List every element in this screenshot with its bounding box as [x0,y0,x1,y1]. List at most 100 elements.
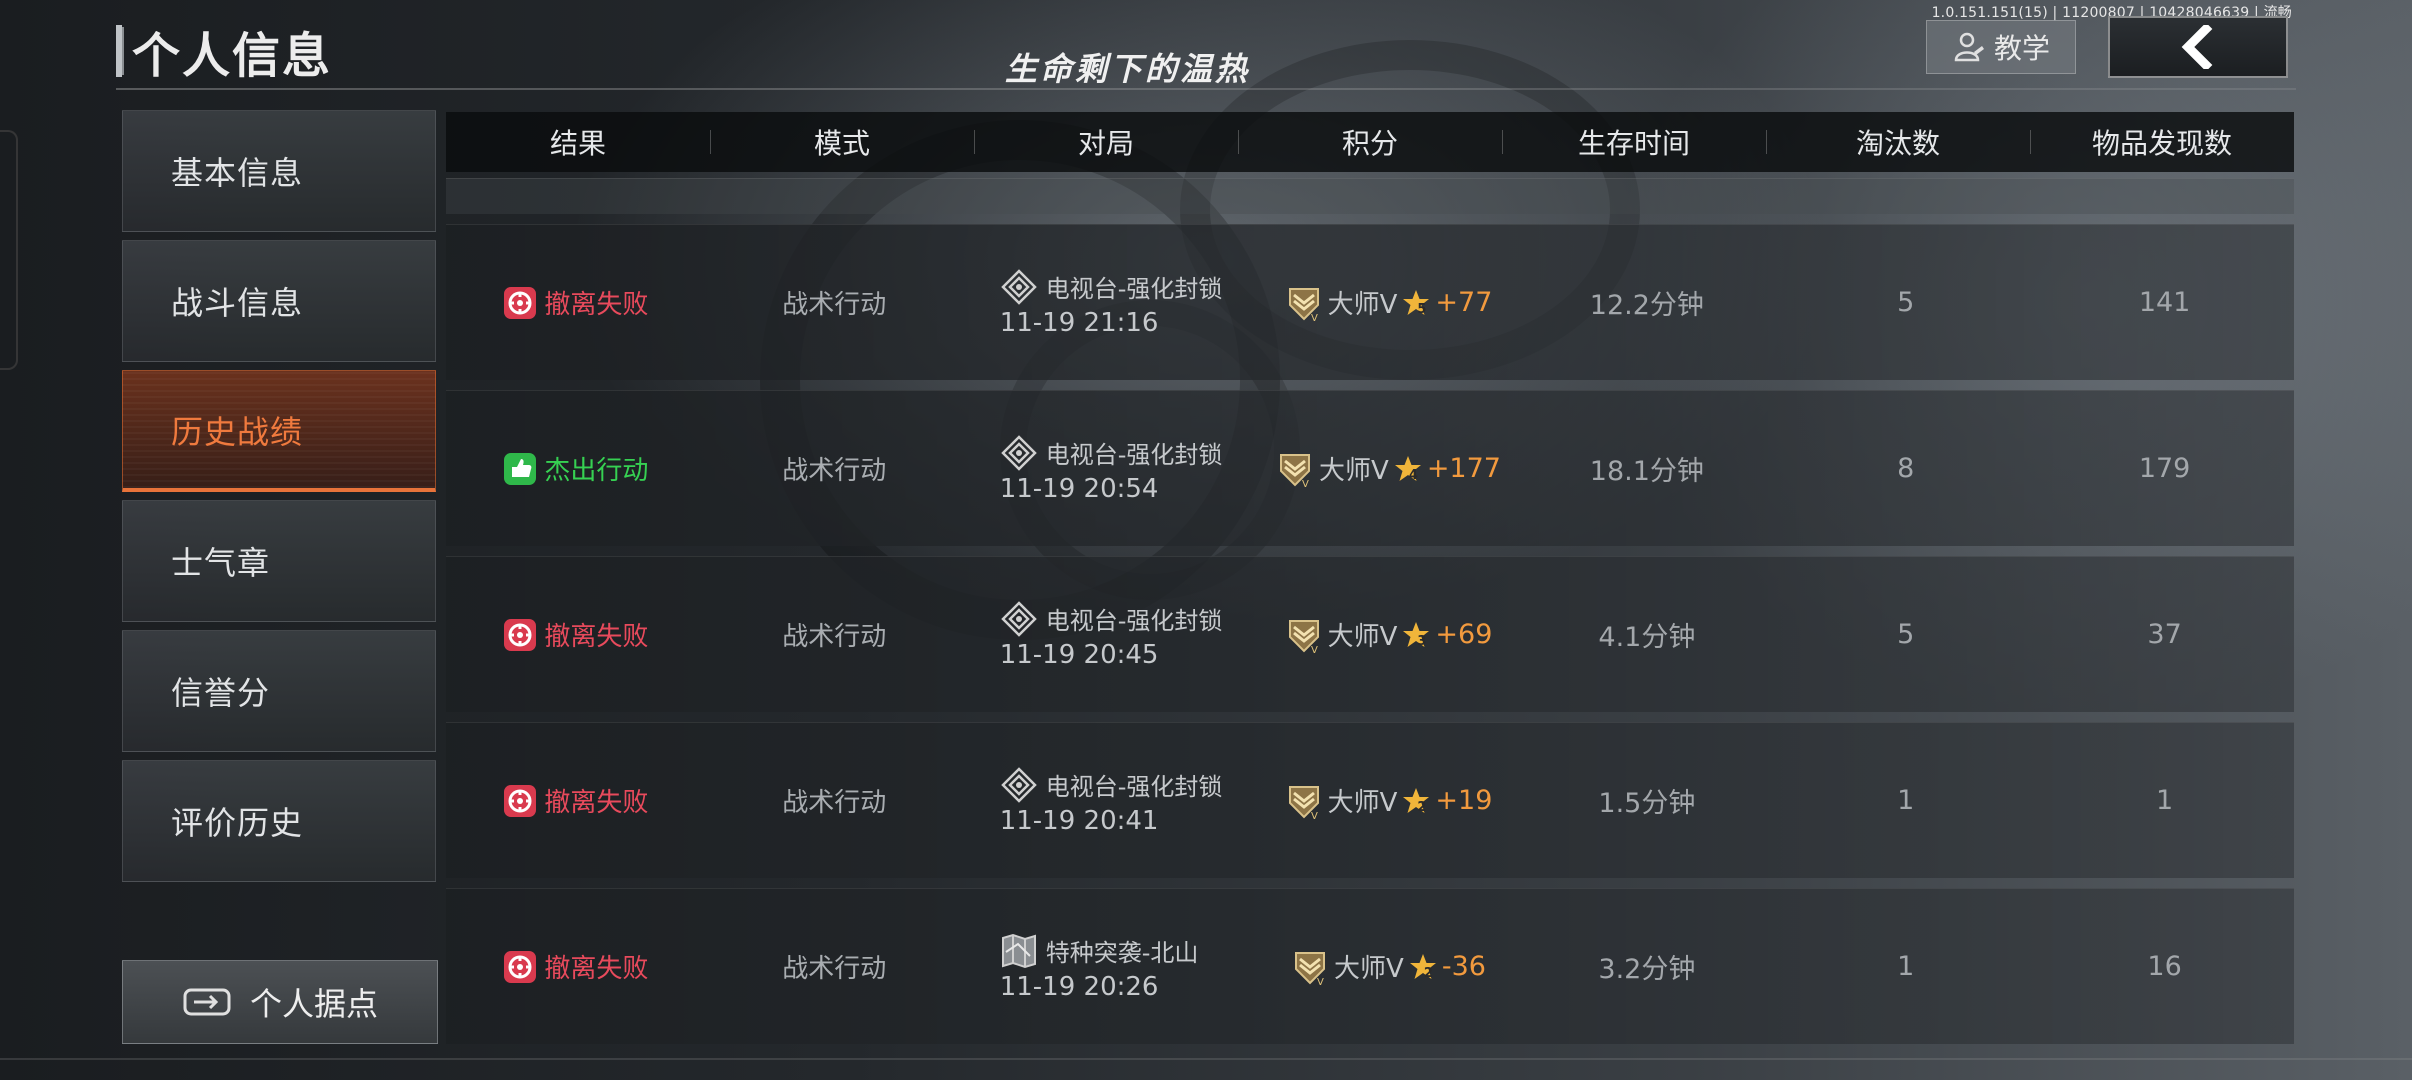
mode-cell: 战术行动 [705,284,964,321]
items-found-count: 16 [2147,951,2182,982]
map-name: 电视台-强化封锁 [1045,773,1223,801]
result-cell: 撤离失败 [446,284,705,321]
items-found-count: 179 [2138,453,2191,484]
rank-master-icon: V [1295,951,1326,987]
mode-label: 战术行动 [782,788,887,818]
score-cell: V 大师V 4 +177 [1259,449,1518,489]
sidebar-item-morale-badge[interactable]: 士气章 [122,500,436,622]
result-cell: 撤离失败 [446,948,705,985]
page-title: 个人信息 [132,28,333,84]
column-header-result: 结果 [549,127,606,160]
match-map: 特种突袭-北山 [1000,932,1199,970]
survival-time: 4.1分钟 [1598,622,1696,653]
match-time: 11-19 20:45 [999,639,1159,670]
items-found-cell: 37 [2035,619,2294,650]
sidebar-item-label: 基本信息 [171,154,304,192]
eliminations-count: 8 [1897,453,1915,484]
svg-text:V: V [1302,479,1309,489]
star-count: 2 [1423,965,1433,981]
table-row[interactable]: 撤离失败 战术行动 特种突袭-北山 11-19 20:26 V 大师V 2 -36 3.2分钟 1… [446,888,2294,1044]
title-accent-bar [116,25,122,77]
survival-time: 18.1分钟 [1589,456,1704,487]
eliminations-cell: 1 [1776,951,2035,982]
score-delta: -36 [1441,951,1486,982]
match-map: 电视台-强化封锁 [1000,766,1223,804]
fail-icon [504,950,537,983]
eliminations-count: 1 [1897,785,1915,816]
table-row[interactable]: 撤离失败 战术行动 电视台-强化封锁 11-19 20:45 V 大师V 3 +69 4.1分钟… [446,556,2294,712]
result-cell: 杰出行动 [446,450,705,487]
result-label: 撤离失败 [544,290,649,320]
star-count: 2 [1417,799,1427,815]
map-name: 电视台-强化封锁 [1045,275,1223,303]
back-button[interactable] [2108,16,2288,78]
score-cell: V 大师V 5 +77 [1259,283,1518,323]
base-icon [183,988,231,1016]
rank-label: 大师V [1334,954,1404,984]
score-delta: +69 [1435,619,1493,650]
match-time: 11-19 21:16 [999,307,1159,338]
star-count: 5 [1417,301,1427,317]
rank-label: 大师V [1327,622,1398,652]
result-label: 撤离失败 [544,788,649,818]
mode-cell: 战术行动 [705,616,964,653]
sidebar-item-combat-info[interactable]: 战斗信息 [122,240,436,362]
tutorial-label: 教学 [1993,32,2050,65]
match-cell: 特种突袭-北山 11-19 20:26 [964,932,1259,1002]
score-delta: +77 [1435,287,1493,318]
tutorial-button[interactable]: 教学 [1926,20,2076,74]
sidebar-item-review-history[interactable]: 评价历史 [122,760,436,882]
items-found-cell: 141 [2035,287,2294,318]
star-icon: 2 [1408,952,1438,982]
mode-cell: 战术行动 [705,948,964,985]
star-count: 3 [1417,633,1427,649]
star-icon: 3 [1401,620,1431,650]
column-header-items-found: 物品发现数 [2030,122,2294,162]
table-row[interactable]: 杰出行动 战术行动 电视台-强化封锁 11-19 20:54 V 大师V 4 +177 18.1… [446,390,2294,546]
left-edge-handle [0,130,18,370]
svg-text:V: V [1311,645,1318,655]
map-name: 电视台-强化封锁 [1045,607,1223,635]
sidebar-item-match-history[interactable]: 历史战绩 [122,370,436,492]
table-row[interactable]: 撤离失败 战术行动 电视台-强化封锁 11-19 21:16 V 大师V 5 +77 12.2分… [446,224,2294,380]
fail-icon [504,784,537,817]
sidebar-item-basic-info[interactable]: 基本信息 [122,110,436,232]
result-label: 撤离失败 [544,622,649,652]
match-cell: 电视台-强化封锁 11-19 20:45 [964,600,1259,670]
eliminations-cell: 8 [1776,453,2035,484]
items-found-count: 141 [2138,287,2191,318]
match-cell: 电视台-强化封锁 11-19 20:41 [964,766,1259,836]
items-found-count: 37 [2147,619,2182,650]
personal-base-button[interactable]: 个人据点 [122,960,438,1044]
match-time: 11-19 20:26 [999,971,1159,1002]
match-map: 电视台-强化封锁 [1000,600,1223,638]
eliminations-count: 5 [1897,619,1915,650]
rank-master-icon: V [1280,453,1311,489]
sidebar: 基本信息 战斗信息 历史战绩 士气章 信誉分 评价历史 [122,110,438,890]
diamond-map-icon [1000,766,1037,803]
sidebar-item-label: 信誉分 [171,674,271,712]
rank-master-icon: V [1288,619,1319,655]
chevron-left-icon [2181,25,2213,69]
map-name: 电视台-强化封锁 [1045,441,1223,469]
personal-base-label: 个人据点 [249,985,378,1023]
items-found-cell: 1 [2035,785,2294,816]
mode-label: 战术行动 [782,954,887,984]
survival-time: 3.2分钟 [1598,954,1696,985]
sidebar-item-credit-score[interactable]: 信誉分 [122,630,436,752]
eliminations-cell: 1 [1776,785,2035,816]
rank-master-icon: V [1288,785,1319,821]
diamond-map-icon [1000,434,1037,471]
column-header-match: 对局 [974,122,1238,162]
sidebar-item-label: 战斗信息 [171,284,304,322]
table-row[interactable]: 撤离失败 战术行动 电视台-强化封锁 11-19 20:41 V 大师V 2 +19 1.5分钟… [446,722,2294,878]
survival-time: 1.5分钟 [1598,788,1696,819]
column-header-survival-time: 生存时间 [1502,122,1766,162]
mode-label: 战术行动 [782,456,887,486]
score-delta: +177 [1426,453,1501,484]
map-name: 特种突袭-北山 [1045,939,1199,967]
mode-label: 战术行动 [782,290,887,320]
match-cell: 电视台-强化封锁 11-19 20:54 [964,434,1259,504]
sidebar-item-label: 历史战绩 [171,412,304,451]
diamond-map-icon [1000,268,1037,305]
